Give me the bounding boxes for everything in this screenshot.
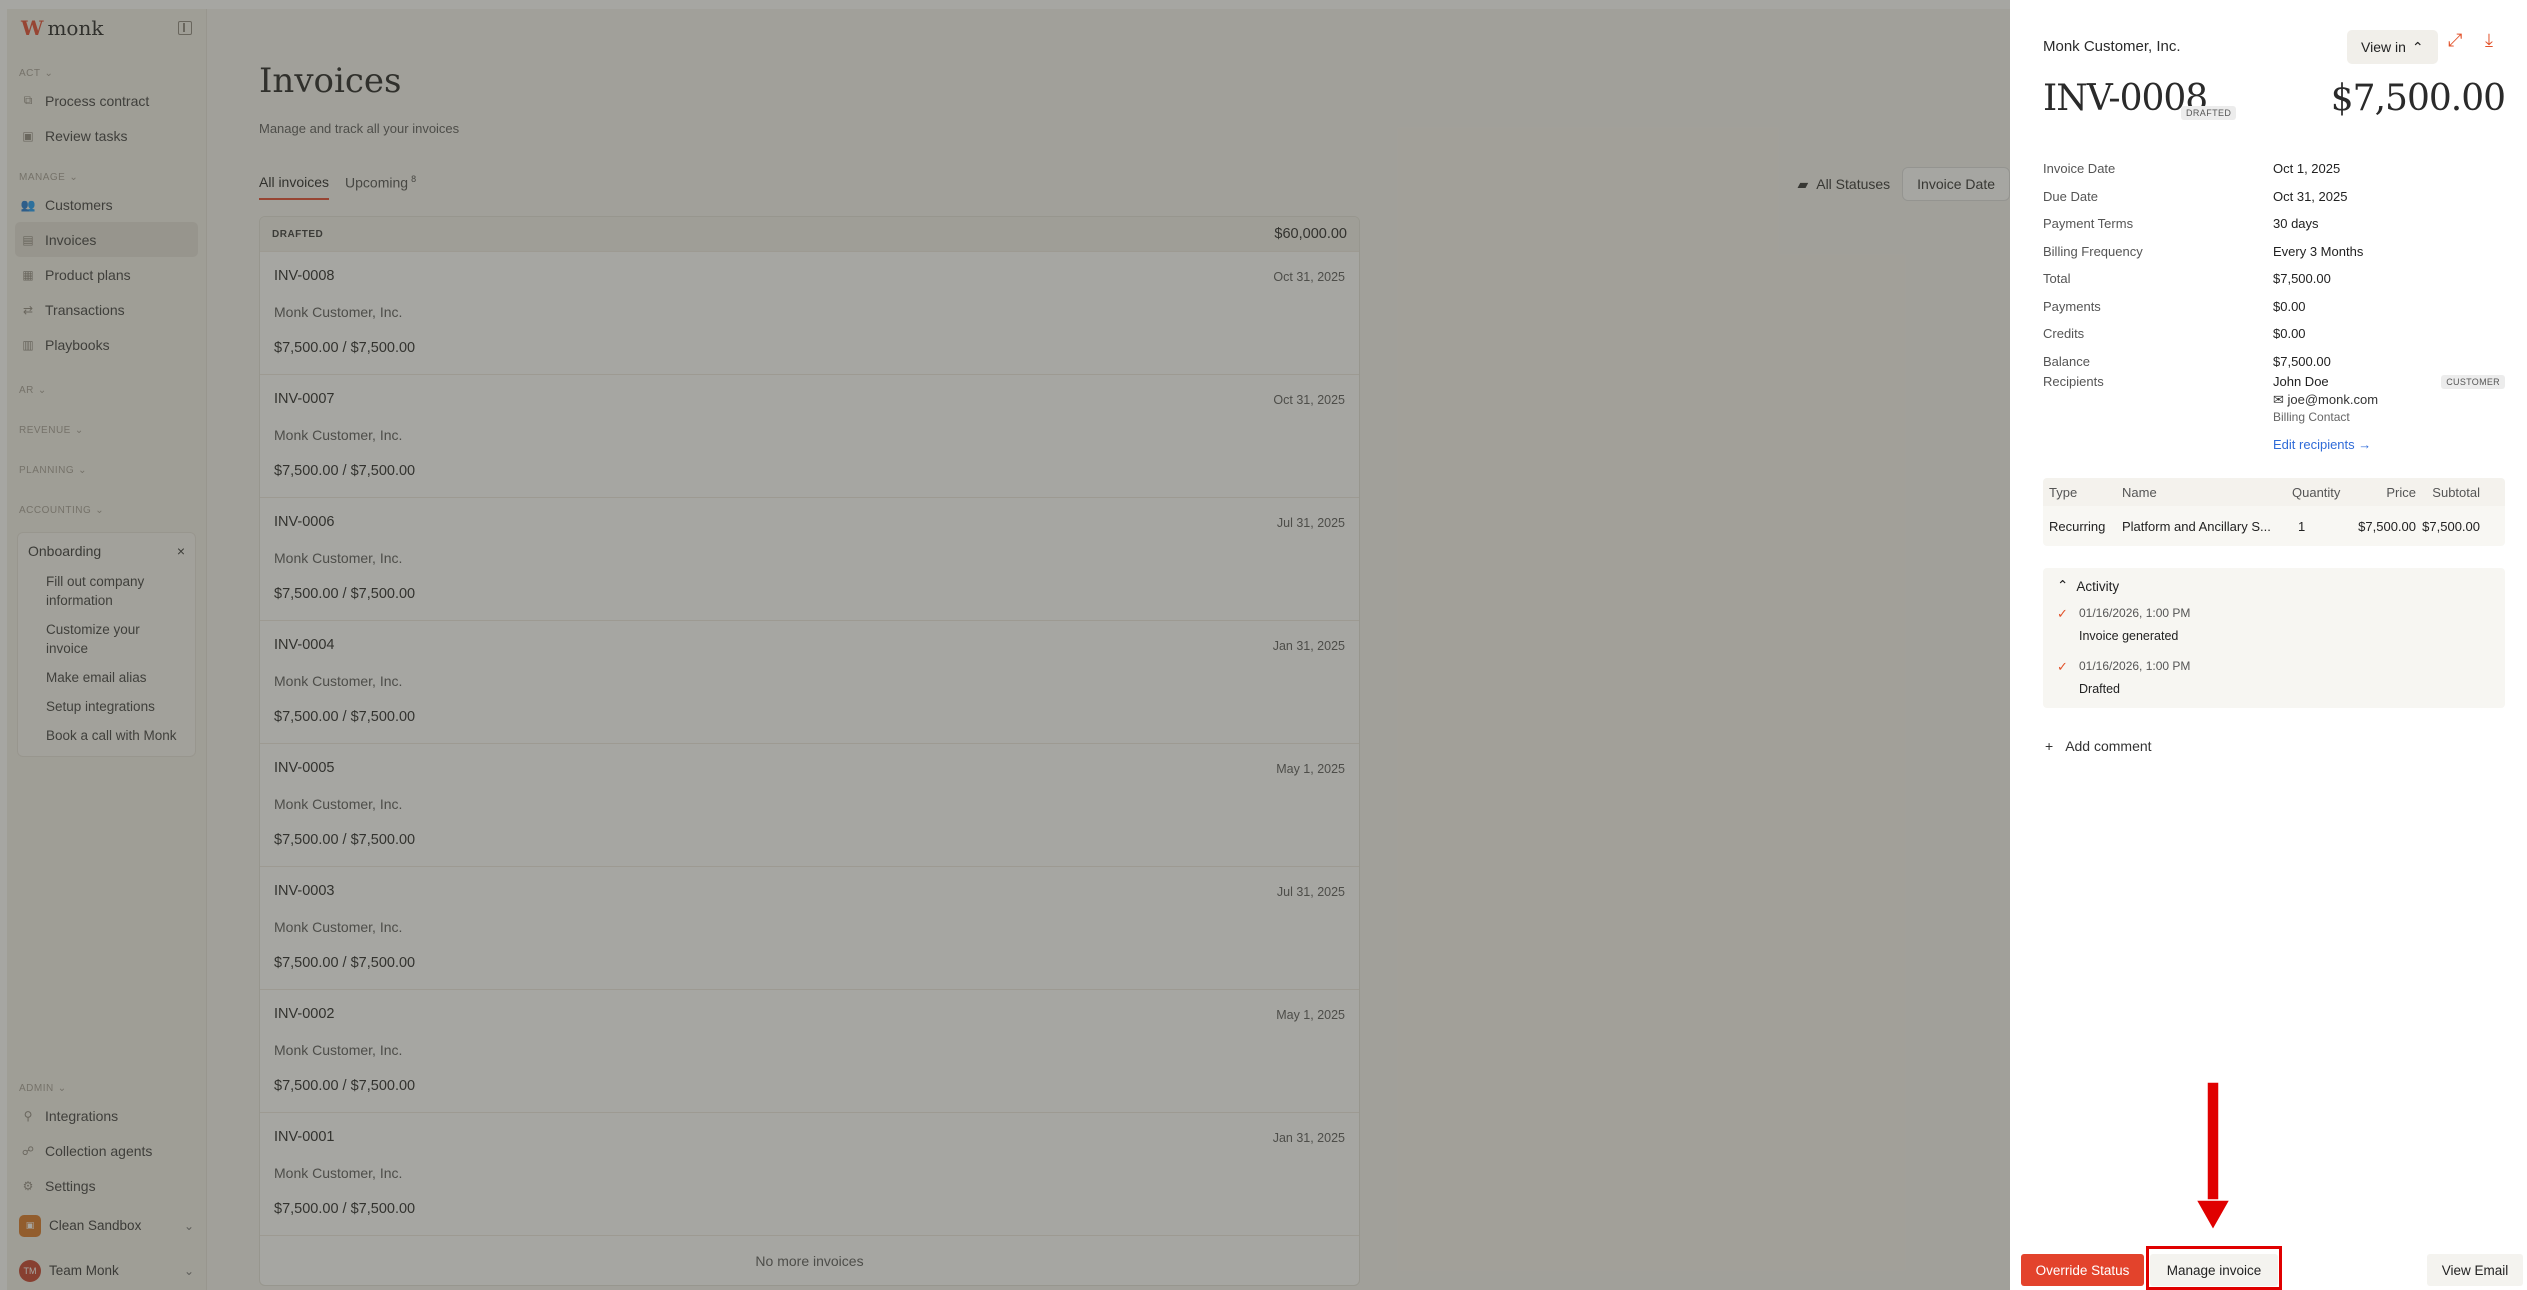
activity-time: 01/16/2026, 1:00 PM (2079, 659, 2191, 673)
status-badge: DRAFTED (2181, 106, 2237, 120)
fact-value: $7,500.00 (2273, 271, 2331, 287)
fact-label: Balance (2043, 353, 2090, 369)
activity-item: ✓ 01/16/2026, 1:00 PM Drafted (2057, 659, 2491, 696)
activity-title: Activity (2076, 578, 2120, 594)
add-comment-button[interactable]: + Add comment (2045, 738, 2152, 754)
fact-row: Total $7,500.00 (2043, 265, 2505, 293)
modal-overlay[interactable] (0, 0, 2010, 1290)
table-cell: $7,500.00 (2358, 518, 2416, 534)
recipient-email: joe@monk.com (2287, 392, 2379, 407)
column-header: Quantity (2292, 484, 2341, 500)
fact-label: Invoice Date (2043, 161, 2116, 177)
fact-value: Oct 31, 2025 (2273, 188, 2348, 204)
fact-label: Billing Frequency (2043, 243, 2143, 259)
line-items-header: Type Name Quantity Price Subtotal (2043, 478, 2505, 506)
expand-icon[interactable]: ⤢ (2448, 30, 2462, 51)
view-in-button[interactable]: View in ⌃ (2347, 30, 2438, 64)
invoice-facts: Invoice Date Oct 1, 2025 Due Date Oct 31, … (2043, 155, 2505, 375)
invoice-detail-drawer: Monk Customer, Inc. View in ⌃ ⤢ ⤓ INV-000… (2010, 0, 2527, 1290)
table-cell: Platform and Ancillary S... (2122, 518, 2271, 534)
table-cell: $7,500.00 (2422, 518, 2480, 534)
fact-row: Payments $0.00 (2043, 293, 2505, 321)
chevron-up-icon: ⌃ (2411, 38, 2424, 55)
recipients-label: Recipients (2043, 374, 2104, 389)
column-header: Price (2386, 484, 2416, 500)
fact-label: Payment Terms (2043, 216, 2134, 232)
line-items-table: Type Name Quantity Price Subtotal Recurr… (2043, 478, 2505, 546)
plus-icon: + (2045, 738, 2054, 754)
mail-icon: ✉ (2273, 392, 2288, 407)
chevron-up-icon: ⌃ (2057, 578, 2069, 593)
manage-invoice-button[interactable]: Manage invoice (2150, 1254, 2278, 1286)
fact-value: Oct 1, 2025 (2273, 161, 2341, 177)
download-icon[interactable]: ⤓ (2485, 30, 2493, 51)
fact-value: 30 days (2273, 216, 2319, 232)
fact-label: Payments (2043, 298, 2101, 314)
view-email-button[interactable]: View Email (2427, 1254, 2523, 1286)
fact-value: $0.00 (2273, 326, 2306, 342)
table-row[interactable]: Recurring Platform and Ancillary S... 1 … (2043, 506, 2505, 546)
column-header: Name (2122, 484, 2157, 500)
fact-row: Invoice Date Oct 1, 2025 (2043, 155, 2505, 183)
activity-text: Invoice generated (2079, 629, 2179, 643)
fact-value: $0.00 (2273, 298, 2306, 314)
fact-row: Payment Terms 30 days (2043, 210, 2505, 238)
fact-label: Total (2043, 271, 2071, 287)
table-cell: 1 (2298, 518, 2306, 534)
fact-label: Credits (2043, 326, 2085, 342)
edit-recipients-link[interactable]: Edit recipients → (2273, 437, 2371, 452)
add-comment-label: Add comment (2065, 738, 2152, 754)
override-status-button[interactable]: Override Status (2021, 1254, 2144, 1286)
recipient-email-row: ✉ joe@monk.com (2273, 392, 2378, 408)
activity-toggle[interactable]: ⌃ Activity (2057, 578, 2491, 594)
fact-row: Credits $0.00 (2043, 320, 2505, 348)
table-cell: Recurring (2049, 518, 2106, 534)
check-icon: ✓ (2057, 606, 2068, 621)
customer-tag: CUSTOMER (2441, 375, 2505, 389)
fact-value: Every 3 Months (2273, 243, 2364, 259)
fact-value: $7,500.00 (2273, 353, 2331, 369)
fact-row: Balance $7,500.00 (2043, 348, 2505, 376)
activity-panel: ⌃ Activity ✓ 01/16/2026, 1:00 PM Invoice g… (2043, 568, 2505, 708)
view-in-label: View in (2361, 39, 2406, 55)
fact-row: Due Date Oct 31, 2025 (2043, 183, 2505, 211)
activity-text: Drafted (2079, 682, 2120, 696)
fact-label: Due Date (2043, 188, 2098, 204)
check-icon: ✓ (2057, 659, 2068, 674)
invoice-total-heading: $7,500.00 (2330, 78, 2506, 119)
recipient-name: John Doe (2273, 374, 2329, 389)
column-header: Subtotal (2432, 484, 2480, 500)
fact-row: Billing Frequency Every 3 Months (2043, 238, 2505, 266)
recipient-role: Billing Contact (2273, 410, 2350, 424)
activity-time: 01/16/2026, 1:00 PM (2079, 606, 2191, 620)
annotation-arrow (2194, 1082, 2232, 1232)
drawer-customer-name: Monk Customer, Inc. (2043, 38, 2181, 55)
column-header: Type (2049, 484, 2078, 500)
activity-item: ✓ 01/16/2026, 1:00 PM Invoice generated (2057, 606, 2491, 643)
